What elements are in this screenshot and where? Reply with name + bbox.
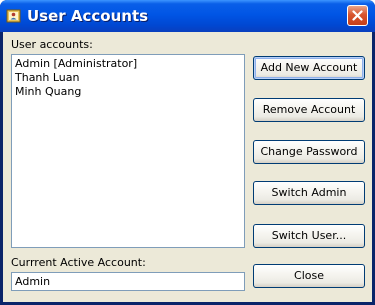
add-new-account-button[interactable]: Add New Account: [253, 56, 365, 80]
switch-admin-button[interactable]: Switch Admin: [253, 181, 365, 205]
user-accounts-window: User Accounts User accounts: Admin [Admi…: [0, 0, 375, 305]
dialog-body: User accounts: Admin [Administrator] Tha…: [3, 32, 372, 302]
close-window-button[interactable]: [347, 5, 368, 26]
window-title: User Accounts: [27, 7, 149, 25]
close-icon: [352, 10, 363, 21]
current-active-account-field[interactable]: Admin: [11, 272, 245, 291]
user-accounts-label: User accounts:: [11, 38, 93, 51]
list-item[interactable]: Minh Quang: [15, 85, 241, 99]
current-active-account-label: Currrent Active Account:: [11, 256, 146, 269]
switch-user-button[interactable]: Switch User...: [253, 224, 365, 248]
title-bar[interactable]: User Accounts: [0, 0, 375, 32]
remove-account-button[interactable]: Remove Account: [253, 98, 365, 122]
change-password-button[interactable]: Change Password: [253, 140, 365, 164]
close-button[interactable]: Close: [253, 264, 365, 288]
list-item[interactable]: Thanh Luan: [15, 71, 241, 85]
list-item[interactable]: Admin [Administrator]: [15, 57, 241, 71]
user-accounts-icon: [6, 8, 22, 24]
user-accounts-list[interactable]: Admin [Administrator] Thanh Luan Minh Qu…: [11, 54, 245, 248]
